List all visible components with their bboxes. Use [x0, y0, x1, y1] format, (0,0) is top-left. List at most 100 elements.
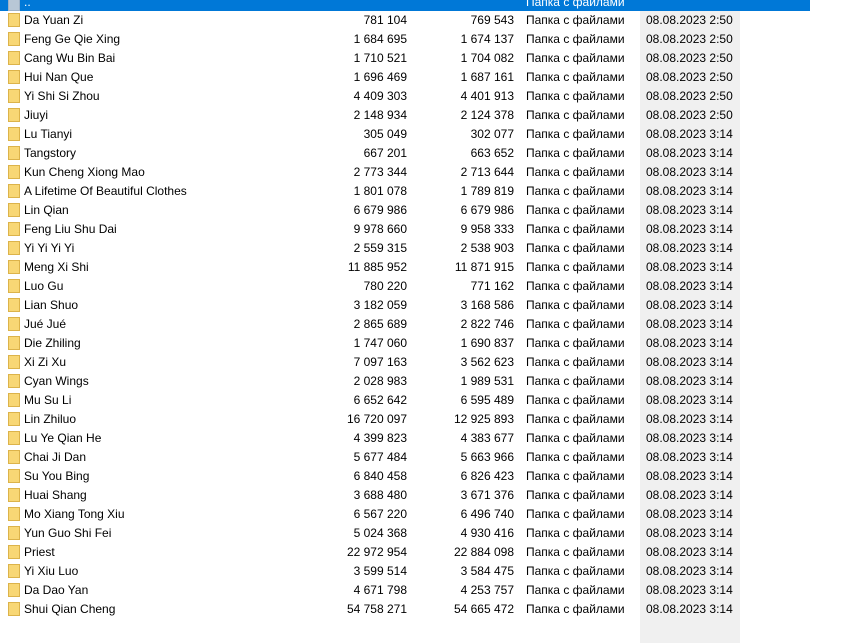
file-size: 2 559 315 [353, 241, 407, 255]
file-modified: 08.08.2023 3:14 [646, 222, 733, 236]
file-modified: 08.08.2023 2:50 [646, 13, 733, 27]
file-packed-size: 1 989 531 [460, 374, 514, 388]
file-row[interactable]: Shui Qian Cheng 54 758 271 54 665 472 Папка… [0, 600, 810, 619]
folder-icon [8, 127, 20, 141]
file-type: Папка с файлами [526, 260, 625, 274]
file-type: Папка с файлами [526, 317, 625, 331]
file-size: 2 773 344 [353, 165, 407, 179]
file-row[interactable]: Lin Qian 6 679 986 6 679 986 Папка с файлам… [0, 201, 810, 220]
file-modified: 08.08.2023 3:14 [646, 127, 733, 141]
file-modified: 08.08.2023 3:14 [646, 507, 733, 521]
folder-icon [8, 70, 20, 84]
file-name: Priest [24, 545, 55, 559]
file-row[interactable]: Xi Zi Xu 7 097 163 3 562 623 Папка с файлам… [0, 353, 810, 372]
file-name: Lu Tianyi [24, 127, 73, 141]
folder-icon [8, 317, 20, 331]
file-name: Shui Qian Cheng [24, 602, 116, 616]
file-modified: 08.08.2023 2:50 [646, 108, 733, 122]
file-packed-size: 1 789 819 [460, 184, 514, 198]
file-row[interactable]: Da Yuan Zi 781 104 769 543 Папка с файлами 0… [0, 11, 810, 30]
file-size: 9 978 660 [353, 222, 407, 236]
file-row[interactable]: Feng Liu Shu Dai 9 978 660 9 958 333 Папка … [0, 220, 810, 239]
file-row[interactable]: Mu Su Li 6 652 642 6 595 489 Папка с файлам… [0, 391, 810, 410]
file-row[interactable]: Lin Zhiluo 16 720 097 12 925 893 Папка с фа… [0, 410, 810, 429]
file-name: Lin Qian [24, 203, 69, 217]
file-modified: 08.08.2023 3:14 [646, 146, 733, 160]
file-list[interactable]: .. Папка с файлами Da Yuan Zi 781 104 769 … [0, 0, 810, 619]
file-row[interactable]: Yun Guo Shi Fei 5 024 368 4 930 416 Папка с… [0, 524, 810, 543]
file-modified: 08.08.2023 3:14 [646, 393, 733, 407]
parent-folder-type: Папка с файлами [526, 0, 625, 9]
file-packed-size: 9 958 333 [460, 222, 514, 236]
file-row[interactable]: Lian Shuo 3 182 059 3 168 586 Папка с файла… [0, 296, 810, 315]
file-modified: 08.08.2023 3:14 [646, 184, 733, 198]
file-size: 1 710 521 [353, 51, 407, 65]
file-packed-size: 2 822 746 [460, 317, 514, 331]
file-modified: 08.08.2023 3:14 [646, 374, 733, 388]
file-packed-size: 769 543 [470, 13, 514, 27]
file-row[interactable]: Jué Jué 2 865 689 2 822 746 Папка с файлами… [0, 315, 810, 334]
file-row[interactable]: Tangstory 667 201 663 652 Папка с файлами 08… [0, 144, 810, 163]
file-row[interactable]: Lu Ye Qian He 4 399 823 4 383 677 Папка с ф… [0, 429, 810, 448]
file-row[interactable]: Cyan Wings 2 028 983 1 989 531 Папка с файл… [0, 372, 810, 391]
file-row[interactable]: Chai Ji Dan 5 677 484 5 663 966 Папка с фай… [0, 448, 810, 467]
file-row[interactable]: Yi Yi Yi Yi 2 559 315 2 538 903 Папка с фай… [0, 239, 810, 258]
file-row[interactable]: Yi Xiu Luo 3 599 514 3 584 475 Папка с файл… [0, 562, 810, 581]
file-row[interactable]: Da Dao Yan 4 671 798 4 253 757 Папка с файл… [0, 581, 810, 600]
file-type: Папка с файлами [526, 431, 625, 445]
file-row[interactable]: Luo Gu 780 220 771 162 Папка с файлами 08.08… [0, 277, 810, 296]
file-row[interactable]: Hui Nan Que 1 696 469 1 687 161 Папка с фай… [0, 68, 810, 87]
file-name: Luo Gu [24, 279, 64, 293]
folder-icon [8, 260, 20, 274]
file-name: Kun Cheng Xiong Mao [24, 165, 145, 179]
file-packed-size: 3 168 586 [460, 298, 514, 312]
file-name: Meng Xi Shi [24, 260, 89, 274]
file-name: Da Yuan Zi [24, 13, 84, 27]
folder-icon [8, 450, 20, 464]
file-type: Папка с файлами [526, 355, 625, 369]
file-row[interactable]: Meng Xi Shi 11 885 952 11 871 915 Папка с ф… [0, 258, 810, 277]
folder-icon [8, 545, 20, 559]
file-name: Chai Ji Dan [24, 450, 87, 464]
file-name: Lu Ye Qian He [24, 431, 102, 445]
file-name: A Lifetime Of Beautiful Clothes [24, 184, 187, 198]
folder-icon [8, 431, 20, 445]
parent-folder-row[interactable]: .. Папка с файлами [0, 0, 810, 11]
file-packed-size: 663 652 [470, 146, 514, 160]
file-type: Папка с файлами [526, 70, 625, 84]
file-type: Папка с файлами [526, 298, 625, 312]
folder-icon [8, 488, 20, 502]
file-size: 781 104 [363, 13, 407, 27]
file-name: Su You Bing [24, 469, 90, 483]
file-size: 780 220 [363, 279, 407, 293]
file-modified: 08.08.2023 2:50 [646, 32, 733, 46]
folder-icon [8, 165, 20, 179]
file-row[interactable]: Priest 22 972 954 22 884 098 Папка с файлам… [0, 543, 810, 562]
file-row[interactable]: Lu Tianyi 305 049 302 077 Папка с файлами 08… [0, 125, 810, 144]
file-row[interactable]: A Lifetime Of Beautiful Clothes 1 801 078… [0, 182, 810, 201]
folder-icon [8, 184, 20, 198]
file-row[interactable]: Die Zhiling 1 747 060 1 690 837 Папка с фай… [0, 334, 810, 353]
file-modified: 08.08.2023 3:14 [646, 469, 733, 483]
file-type: Папка с файлами [526, 545, 625, 559]
file-type: Папка с файлами [526, 184, 625, 198]
file-type: Папка с файлами [526, 393, 625, 407]
file-row[interactable]: Mo Xiang Tong Xiu 6 567 220 6 496 740 Папка… [0, 505, 810, 524]
file-packed-size: 1 704 082 [460, 51, 514, 65]
file-packed-size: 2 713 644 [460, 165, 514, 179]
file-modified: 08.08.2023 3:14 [646, 298, 733, 312]
file-type: Папка с файлами [526, 374, 625, 388]
folder-icon [8, 602, 20, 616]
file-row[interactable]: Huai Shang 3 688 480 3 671 376 Папка с файл… [0, 486, 810, 505]
file-row[interactable]: Su You Bing 6 840 458 6 826 423 Папка с фай… [0, 467, 810, 486]
file-row[interactable]: Cang Wu Bin Bai 1 710 521 1 704 082 Папка с… [0, 49, 810, 68]
folder-icon [8, 393, 20, 407]
file-modified: 08.08.2023 3:14 [646, 241, 733, 255]
file-size: 3 688 480 [353, 488, 407, 502]
file-modified: 08.08.2023 3:14 [646, 564, 733, 578]
file-modified: 08.08.2023 2:50 [646, 70, 733, 84]
file-row[interactable]: Kun Cheng Xiong Mao 2 773 344 2 713 644 Пап… [0, 163, 810, 182]
file-row[interactable]: Yi Shi Si Zhou 4 409 303 4 401 913 Папка с … [0, 87, 810, 106]
file-row[interactable]: Feng Ge Qie Xing 1 684 695 1 674 137 Папка … [0, 30, 810, 49]
file-row[interactable]: Jiuyi 2 148 934 2 124 378 Папка с файлами 08… [0, 106, 810, 125]
